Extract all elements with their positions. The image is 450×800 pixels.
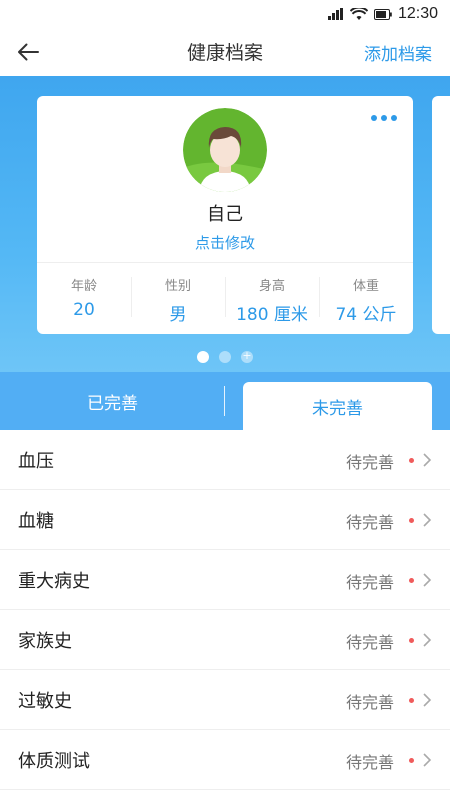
profile-name: 自己 (207, 204, 243, 225)
more-options-icon[interactable] (371, 108, 397, 128)
stat-value: 男 (169, 305, 187, 325)
list-item-constitution-test[interactable]: 体质测试 待完善 (0, 730, 450, 790)
list-item-status: 待完善 (345, 693, 394, 712)
list-item-status: 待完善 (345, 453, 394, 472)
list-item-allergy-history[interactable]: 过敏史 待完善 (0, 670, 450, 730)
list-item-status: 待完善 (345, 753, 394, 772)
profile-stats: 年龄 20 性别 男 身高 180 厘米 体重 74 公斤 (37, 263, 413, 334)
add-record-button[interactable]: 添加档案 (364, 40, 432, 65)
pending-dot-icon (409, 758, 414, 763)
pending-dot-icon (409, 458, 414, 463)
health-record-list: 血压 待完善 血糖 待完善 重大病史 待完善 家族史 待完善 过敏史 待完善 体… (0, 430, 450, 790)
tab-completed[interactable]: 已完善 (0, 372, 225, 430)
avatar[interactable] (183, 108, 267, 192)
list-item-status: 待完善 (345, 513, 394, 532)
pager-add-icon[interactable] (241, 349, 253, 363)
stat-weight: 体重 74 公斤 (319, 263, 413, 334)
status-icons: 12:30 (327, 5, 438, 23)
card-pager (0, 349, 450, 364)
edit-profile-link[interactable]: 点击修改 (37, 232, 413, 253)
status-bar: 12:30 (0, 0, 450, 28)
list-item-status: 待完善 (345, 633, 394, 652)
status-time: 12:30 (397, 5, 438, 22)
profile-header: 自己 点击修改 年龄 20 性别 男 身高 180 厘米 体重 74 公斤 (0, 76, 450, 372)
tab-divider (224, 386, 225, 416)
stat-value: 20 (73, 300, 95, 320)
chevron-right-icon (423, 453, 432, 467)
profile-card[interactable]: 自己 点击修改 年龄 20 性别 男 身高 180 厘米 体重 74 公斤 (37, 96, 413, 334)
pager-dot[interactable] (219, 351, 231, 363)
battery-icon (373, 8, 392, 20)
list-item-label: 血压 (18, 451, 54, 472)
stat-label: 性别 (164, 279, 191, 294)
chevron-right-icon (423, 573, 432, 587)
nav-bar: 健康档案 添加档案 (0, 28, 450, 76)
stat-value: 180 厘米 (236, 305, 308, 325)
pager-dot-active[interactable] (197, 351, 209, 363)
list-item-blood-pressure[interactable]: 血压 待完善 (0, 430, 450, 490)
chevron-right-icon (423, 633, 432, 647)
chevron-right-icon (423, 693, 432, 707)
list-item-family-history[interactable]: 家族史 待完善 (0, 610, 450, 670)
list-item-label: 家族史 (18, 631, 72, 652)
stat-gender: 性别 男 (131, 263, 225, 334)
list-item-major-illness[interactable]: 重大病史 待完善 (0, 550, 450, 610)
pending-dot-icon (409, 698, 414, 703)
completion-tabs: 已完善 未完善 (0, 372, 450, 430)
stat-age: 年龄 20 (37, 263, 131, 334)
pending-dot-icon (409, 518, 414, 523)
stat-label: 体重 (352, 279, 379, 294)
list-item-label: 体质测试 (18, 751, 90, 772)
wifi-icon (349, 7, 368, 20)
tab-incomplete[interactable]: 未完善 (243, 382, 432, 430)
stat-value: 74 公斤 (335, 305, 397, 325)
chevron-right-icon (423, 513, 432, 527)
list-item-label: 过敏史 (18, 691, 72, 712)
signal-icon (327, 8, 343, 20)
stat-label: 年龄 (70, 279, 97, 294)
stat-label: 身高 (258, 279, 285, 294)
list-item-status: 待完善 (345, 573, 394, 592)
list-item-blood-sugar[interactable]: 血糖 待完善 (0, 490, 450, 550)
pending-dot-icon (409, 578, 414, 583)
list-item-label: 血糖 (18, 511, 54, 532)
next-profile-card[interactable] (432, 96, 450, 334)
chevron-right-icon (423, 753, 432, 767)
pending-dot-icon (409, 638, 414, 643)
stat-height: 身高 180 厘米 (225, 263, 319, 334)
list-item-label: 重大病史 (18, 571, 90, 592)
avatar-image (183, 108, 267, 192)
